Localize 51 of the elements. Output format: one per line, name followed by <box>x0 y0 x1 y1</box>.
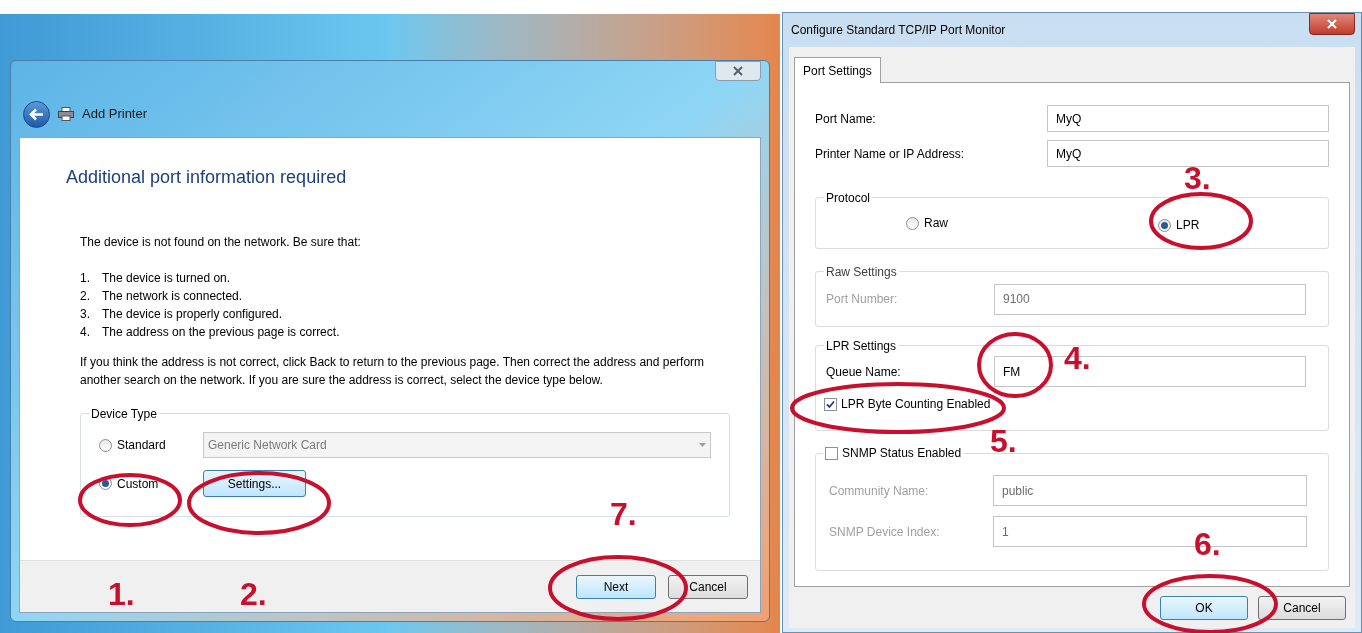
text-field[interactable]: public <box>993 475 1307 506</box>
list-item-text: The network is connected. <box>102 288 243 305</box>
field-label: Community Name: <box>829 482 930 500</box>
list-item-text: The device is properly configured. <box>102 306 283 323</box>
radio-button[interactable] <box>906 216 919 230</box>
window-title: Add Printer <box>82 105 148 124</box>
list-number: 4. <box>80 324 91 341</box>
text-field[interactable]: MyQ <box>1047 105 1329 132</box>
close-button[interactable] <box>1309 13 1355 35</box>
step-number: 1. <box>108 578 135 610</box>
close-icon <box>733 66 743 76</box>
dialog-button[interactable]: Cancel <box>1258 595 1346 620</box>
dropdown-caret-icon <box>699 443 706 447</box>
radio-label: Custom <box>117 475 159 493</box>
page-heading: Additional port information required <box>66 166 348 189</box>
list-item-text: The device is turned on. <box>102 270 231 287</box>
step-number: 7. <box>610 498 637 530</box>
checkbox[interactable] <box>824 397 837 411</box>
dialog-button[interactable]: OK <box>1160 595 1248 620</box>
step-number: 2. <box>240 578 267 610</box>
field-label: SNMP Device Index: <box>829 523 941 541</box>
dialog-button[interactable]: Cancel <box>668 574 748 599</box>
dialog-button[interactable]: Next <box>576 574 656 599</box>
back-arrow-icon <box>29 107 44 121</box>
field-label: Printer Name or IP Address: <box>815 145 966 163</box>
device-dropdown[interactable]: Generic Network Card <box>203 432 711 458</box>
field-label: Port Name: <box>815 110 877 128</box>
step-number: 5. <box>990 425 1017 457</box>
checkbox-label: LPR Byte Counting Enabled <box>841 396 991 413</box>
radio-label: Raw <box>924 215 948 232</box>
checkbox-label: SNMP Status Enabled <box>842 445 962 462</box>
list-number: 3. <box>80 306 91 323</box>
list-number: 2. <box>80 288 91 305</box>
radio-label: LPR <box>1176 217 1200 234</box>
intro-text: The device is not found on the network. Be sure that: <box>80 234 362 251</box>
advice-text: If you think the address is not correct, click Back to return to the previous page. Then correct the address and perform another search on the network. If you are sure the address is correct, select the device type below. <box>80 354 706 389</box>
list-item-text: The address on the previous page is correct. <box>102 324 340 341</box>
checkbox[interactable] <box>825 446 838 460</box>
radio-button[interactable] <box>99 438 112 452</box>
radio-button[interactable] <box>1158 218 1171 232</box>
printer-icon <box>58 107 74 121</box>
field-label: Port Number: <box>826 291 899 308</box>
field-label: Queue Name: <box>826 363 902 381</box>
close-icon <box>1327 19 1337 29</box>
text-field[interactable]: MyQ <box>1047 140 1329 167</box>
back-button[interactable] <box>23 100 50 128</box>
dialog-title: Configure Standard TCP/IP Port Monitor <box>790 22 1006 39</box>
tab[interactable]: Port Settings <box>794 57 881 83</box>
close-button[interactable] <box>715 61 761 81</box>
list-number: 1. <box>80 270 91 287</box>
radio-label: Standard <box>117 437 166 454</box>
